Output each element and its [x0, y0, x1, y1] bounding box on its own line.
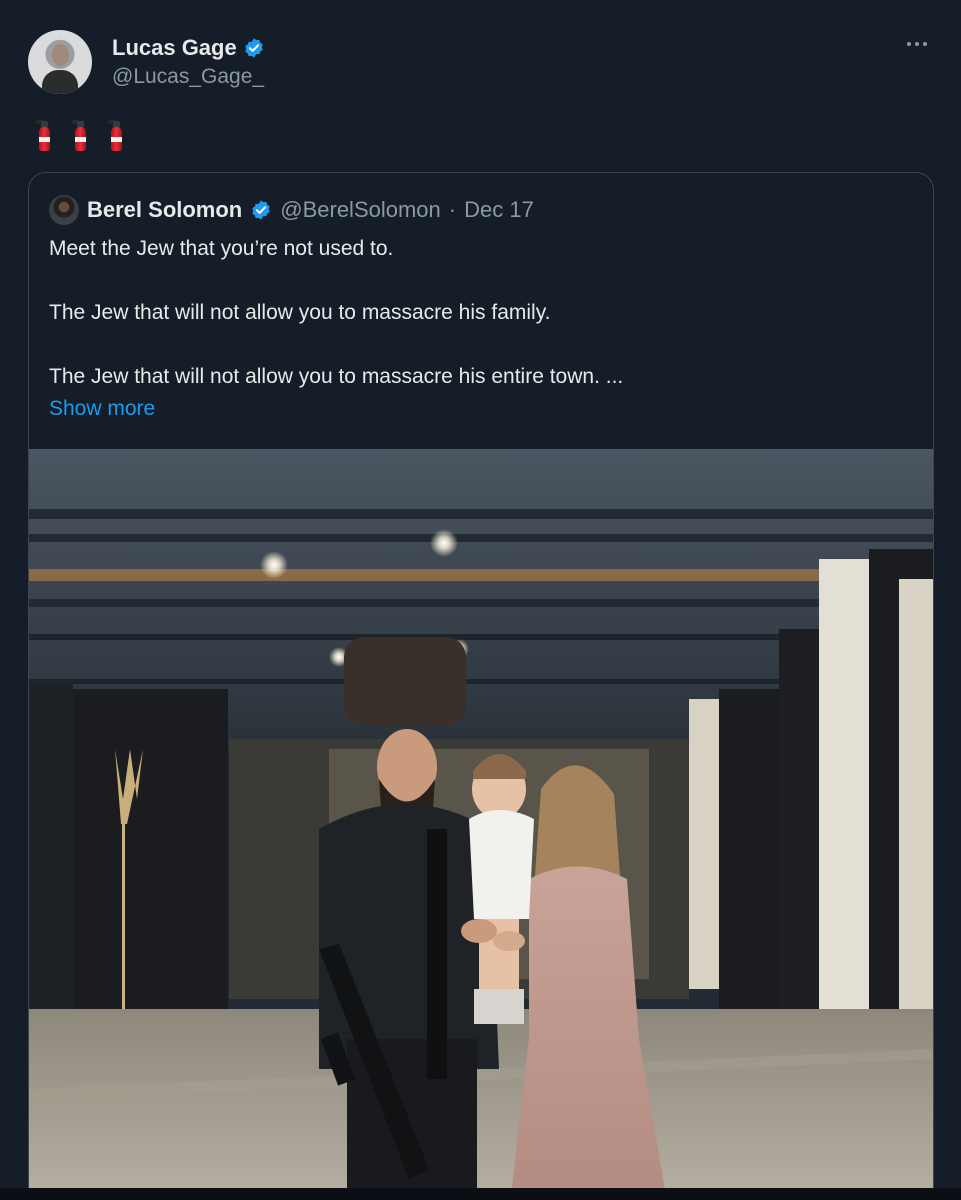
- photo-illustration: [29, 449, 933, 1200]
- avatar[interactable]: [28, 30, 92, 94]
- fire-extinguisher-icon: [35, 118, 52, 152]
- fire-extinguisher-icon: [71, 118, 88, 152]
- quoted-tweet-text: Meet the Jew that you’re not used to. Th…: [49, 233, 909, 425]
- author-display-name[interactable]: Lucas Gage: [112, 35, 237, 61]
- more-options-icon[interactable]: [903, 36, 931, 52]
- separator-dot: ·: [448, 197, 457, 222]
- quoted-tweet-photo[interactable]: [29, 449, 933, 1200]
- author-name-row: Lucas Gage: [112, 35, 265, 61]
- quoted-paragraph: The Jew that will not allow you to massa…: [49, 365, 624, 388]
- quoted-tweet-header: Berel Solomon @BerelSolomon · Dec 17: [49, 195, 534, 225]
- quoted-author-handle[interactable]: @BerelSolomon: [280, 197, 441, 223]
- show-more-link[interactable]: Show more: [49, 393, 909, 425]
- quoted-paragraph: Meet the Jew that you’re not used to.: [49, 237, 394, 260]
- quoted-author-display-name[interactable]: Berel Solomon: [87, 197, 242, 223]
- fire-extinguisher-icon: [107, 118, 124, 152]
- quoted-tweet-date[interactable]: Dec 17: [464, 197, 534, 223]
- verified-badge-icon: [243, 37, 265, 59]
- author-handle[interactable]: @Lucas_Gage_: [112, 65, 265, 89]
- tweet-text: [35, 118, 124, 152]
- quoted-paragraph: The Jew that will not allow you to massa…: [49, 301, 551, 324]
- verified-badge-icon: [250, 199, 272, 221]
- tweet-author: Lucas Gage @Lucas_Gage_: [28, 30, 265, 94]
- tweet: Lucas Gage @Lucas_Gage_ Berel Solomon @B…: [0, 0, 961, 1200]
- quoted-tweet[interactable]: Berel Solomon @BerelSolomon · Dec 17 Mee…: [28, 172, 934, 1200]
- quoted-avatar[interactable]: [49, 195, 79, 225]
- author-names: Lucas Gage @Lucas_Gage_: [112, 35, 265, 89]
- bottom-edge: [0, 1188, 961, 1200]
